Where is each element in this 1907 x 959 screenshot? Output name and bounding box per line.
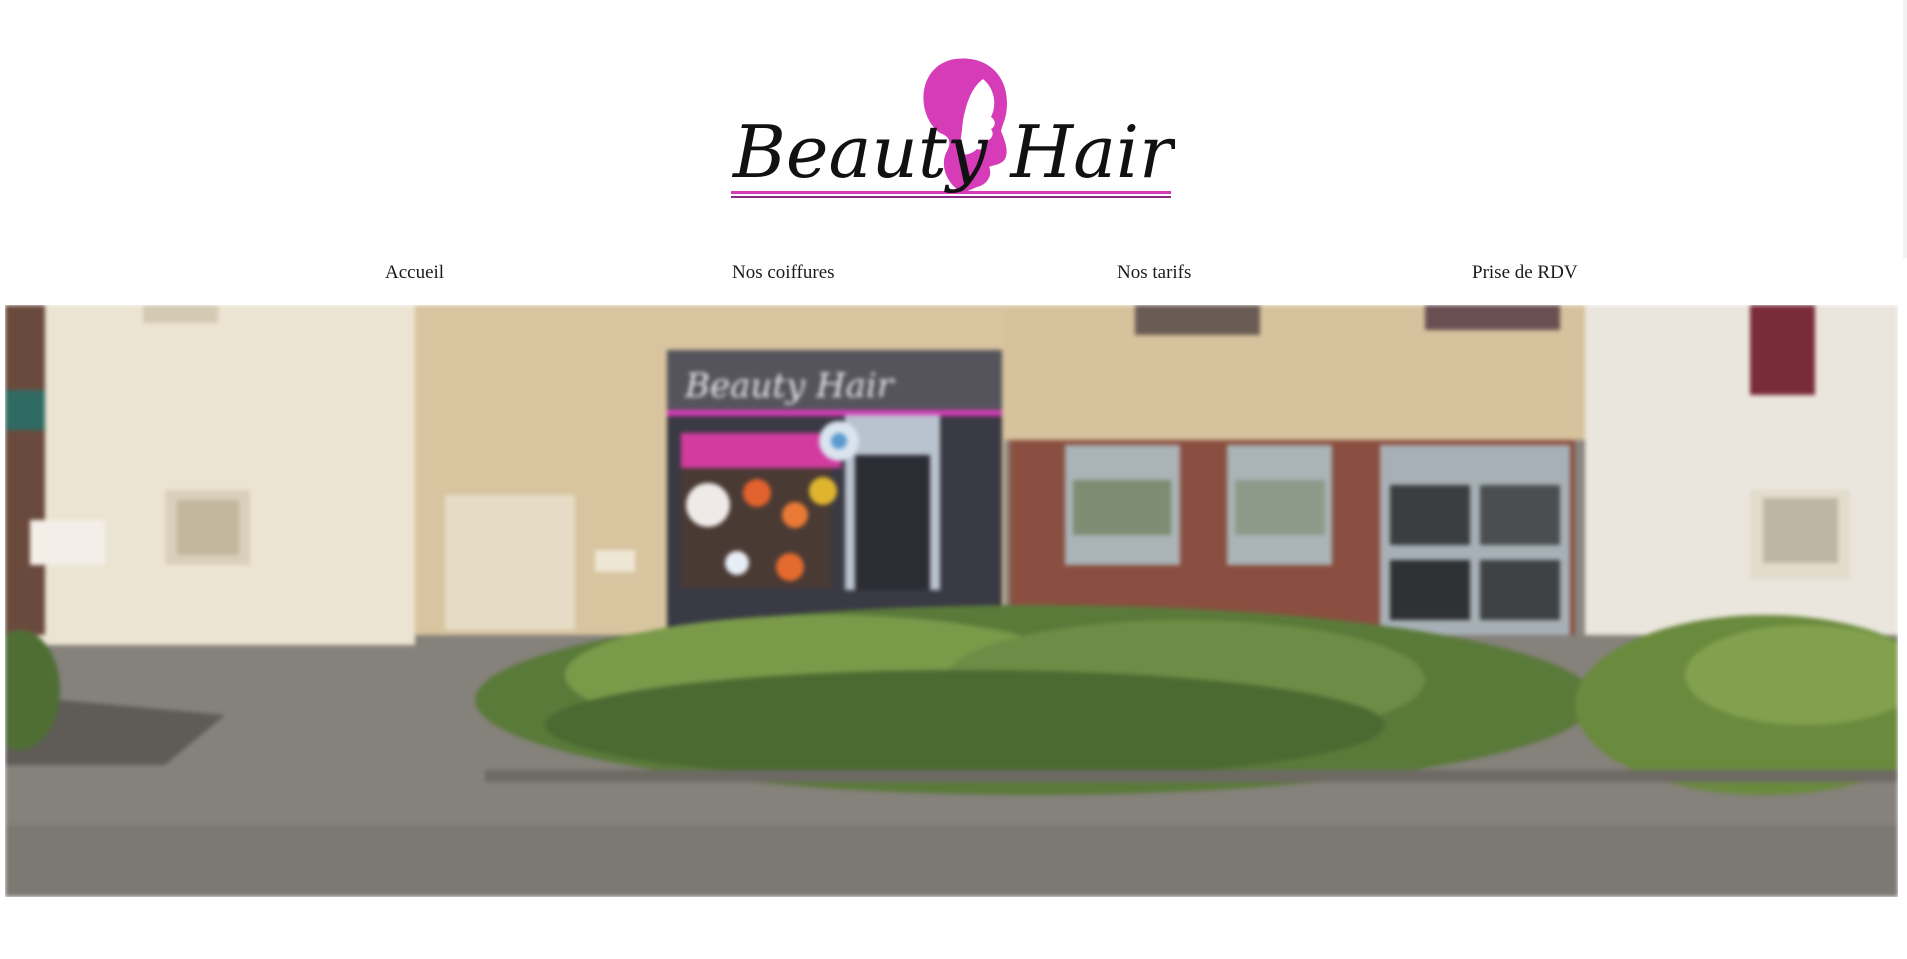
svg-text:Beauty Hair: Beauty Hair bbox=[684, 366, 895, 406]
site-logo[interactable]: Beauty Hair bbox=[725, 55, 1175, 215]
beauty-hair-logo-graphic: Beauty Hair bbox=[731, 58, 1175, 198]
nav-nos-tarifs[interactable]: Nos tarifs bbox=[1117, 262, 1191, 284]
nav-accueil[interactable]: Accueil bbox=[385, 262, 444, 284]
svg-text:Beauty Hair: Beauty Hair bbox=[731, 110, 1175, 194]
storefront-hero-image: Beauty Hair bbox=[5, 305, 1898, 897]
nav-nos-coiffures[interactable]: Nos coiffures bbox=[732, 262, 835, 284]
page-scrollbar[interactable] bbox=[1903, 0, 1907, 258]
main-navigation: Accueil Nos coiffures Nos tarifs Prise d… bbox=[0, 262, 1907, 292]
nav-prise-de-rdv[interactable]: Prise de RDV bbox=[1472, 262, 1578, 284]
